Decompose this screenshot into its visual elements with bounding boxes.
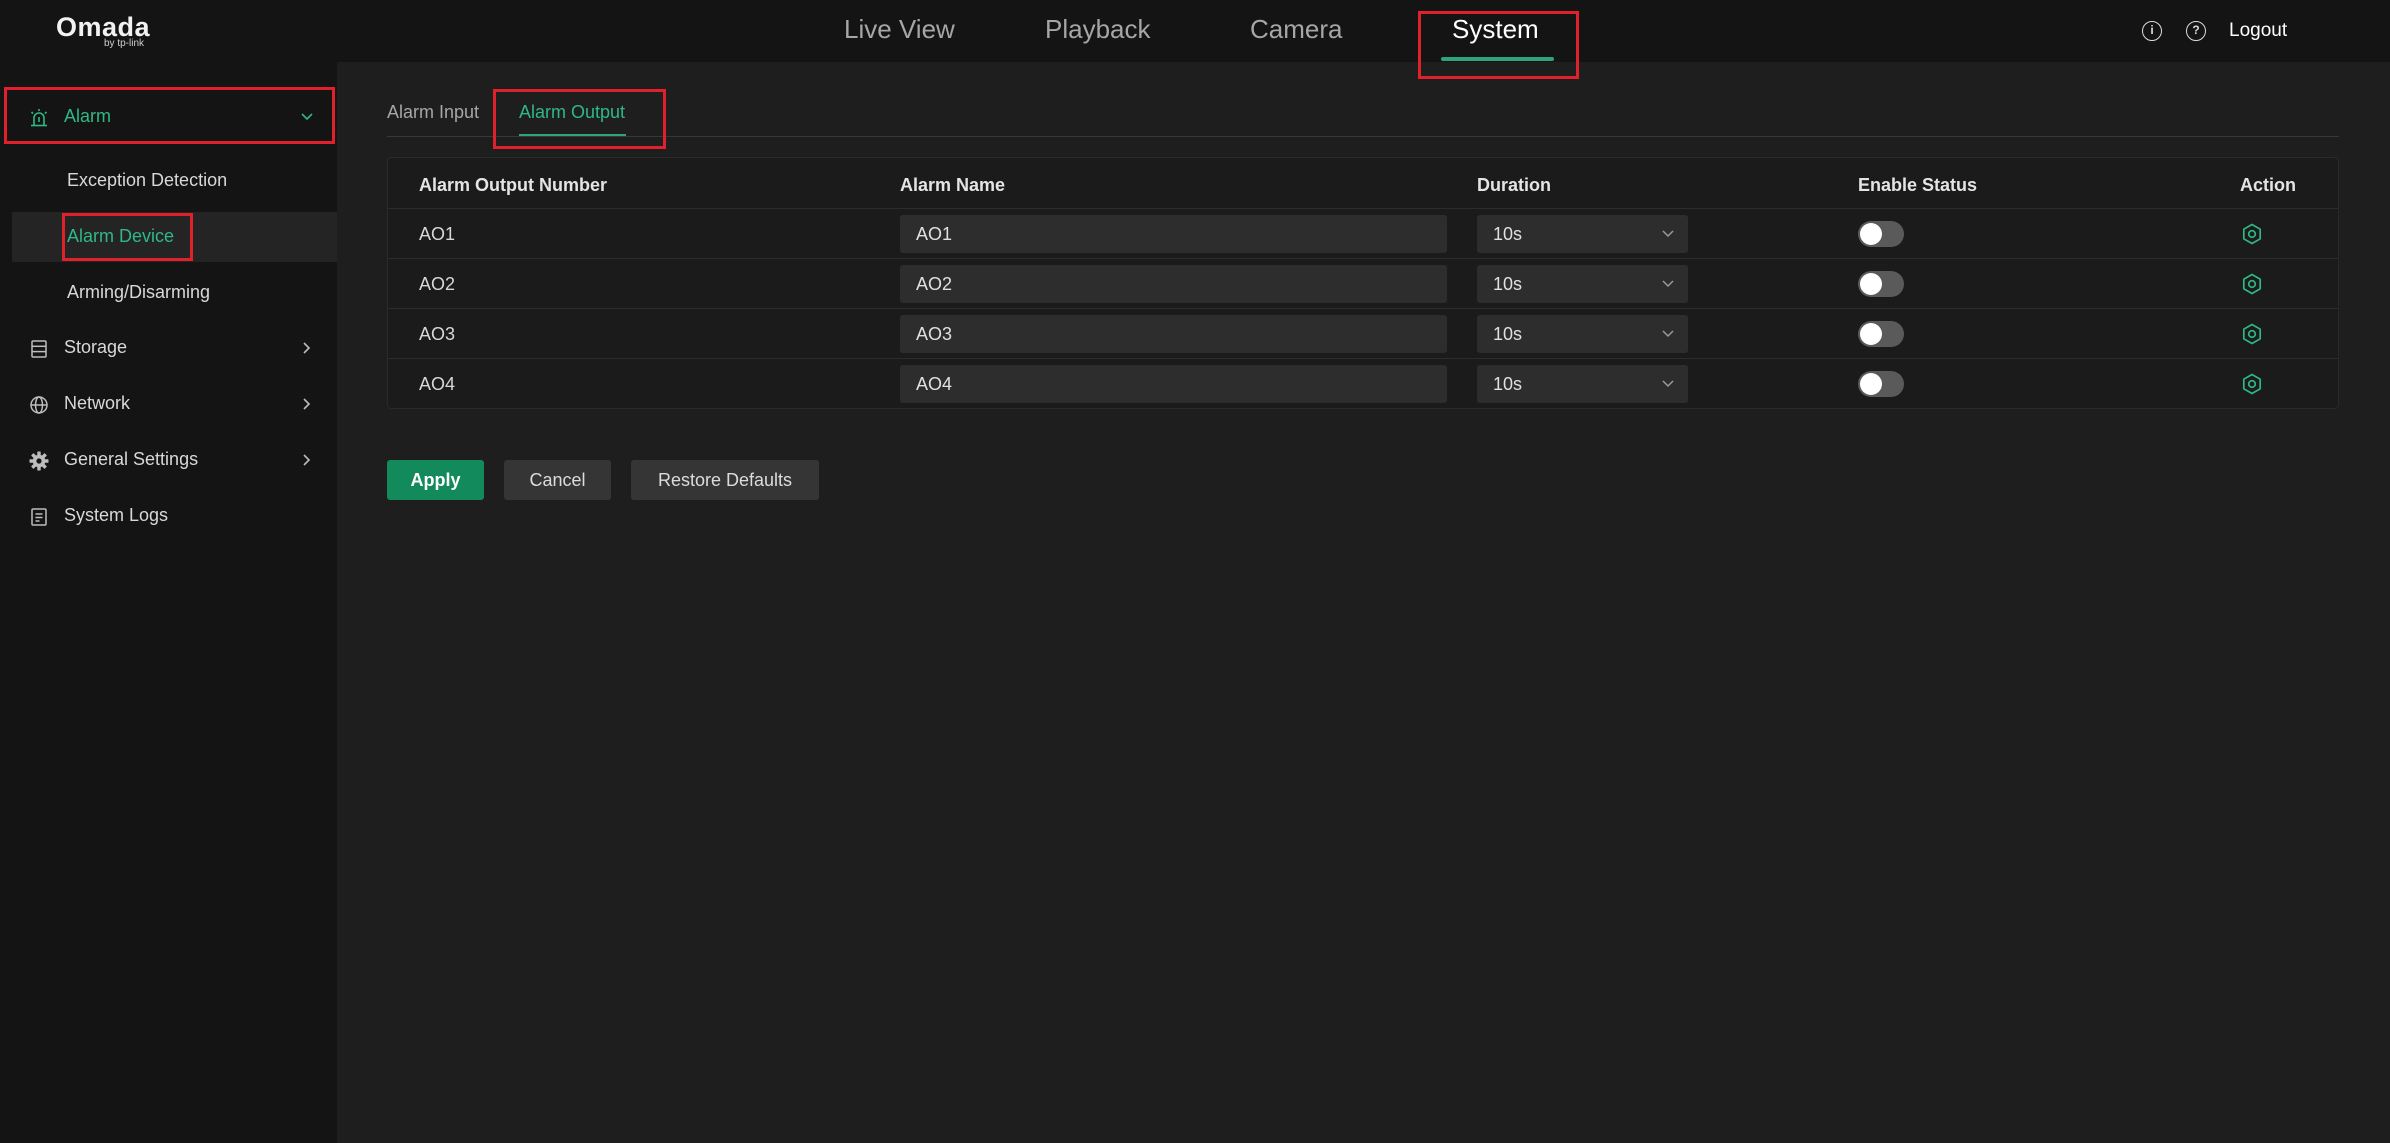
duration-value: 10s [1493,224,1523,244]
chevron-down-icon [301,113,313,121]
settings-gear-icon[interactable] [2240,272,2264,296]
sidebar-item-storage[interactable]: Storage [0,324,337,372]
alarm-output-number: AO4 [419,374,456,394]
alarm-output-table: Alarm Output Number Alarm Name Duration … [387,157,2339,409]
apply-button[interactable]: Apply [387,460,484,500]
table-row: AO2 10s [388,258,2338,308]
table-row: AO4 10s [388,358,2338,408]
sidebar-subitem-exception-detection[interactable]: Exception Detection [12,156,337,206]
column-header-name: Alarm Name [900,175,1006,195]
sidebar-subitem-label: Arming/Disarming [67,282,211,302]
sidebar-subitem-alarm-device[interactable]: Alarm Device [12,212,337,262]
info-icon[interactable]: i [2142,21,2162,41]
app-root: Omada by tp-link Live View Playback Came… [0,0,2390,1143]
settings-gear-icon[interactable] [2240,372,2264,396]
column-header-number: Alarm Output Number [419,175,608,195]
sidebar-item-label: Storage [64,337,128,357]
alarm-siren-icon [30,109,48,127]
alarm-output-number: AO3 [419,324,456,344]
tab-alarm-input[interactable]: Alarm Input [387,102,479,123]
restore-defaults-button[interactable]: Restore Defaults [631,460,819,500]
omada-logo[interactable]: Omada by tp-link [56,12,166,52]
duration-select[interactable]: 10s [1477,265,1688,303]
settings-gear-icon[interactable] [2240,322,2264,346]
alarm-name-input[interactable] [900,315,1447,353]
sidebar-item-label: Alarm [64,106,112,126]
sidebar-subitem-label: Exception Detection [67,170,228,190]
chevron-down-icon [1662,330,1674,338]
document-icon [31,508,47,526]
chevron-right-icon [303,342,311,354]
duration-value: 10s [1493,324,1523,344]
table-row: AO3 10s [388,308,2338,358]
alarm-name-input[interactable] [900,215,1447,253]
sidebar-item-general-settings[interactable]: General Settings [0,436,337,484]
nav-camera[interactable]: Camera [1250,14,1342,45]
enable-toggle[interactable] [1858,271,1904,297]
toggle-knob [1860,373,1882,395]
duration-select[interactable]: 10s [1477,215,1688,253]
sidebar-subitem-arming-disarming[interactable]: Arming/Disarming [12,268,337,318]
logo-subtext: by tp-link [104,38,145,49]
cancel-button[interactable]: Cancel [504,460,611,500]
column-header-duration: Duration [1477,175,1551,195]
chevron-down-icon [1662,380,1674,388]
sidebar-item-label: General Settings [64,449,199,469]
nav-system[interactable]: System [1452,14,1539,45]
nav-live-view[interactable]: Live View [844,14,955,45]
chevron-down-icon [1662,230,1674,238]
alarm-name-input[interactable] [900,265,1447,303]
gear-icon [29,451,49,471]
sidebar-item-alarm[interactable]: Alarm [0,93,337,141]
toggle-knob [1860,273,1882,295]
duration-select[interactable]: 10s [1477,365,1688,403]
chevron-right-icon [303,398,311,410]
alarm-output-number: AO1 [419,224,456,244]
column-header-action: Action [2240,175,2296,195]
logout-link[interactable]: Logout [2229,20,2287,42]
sidebar-item-system-logs[interactable]: System Logs [0,492,337,540]
top-bar: Omada by tp-link Live View Playback Came… [0,0,2390,79]
tab-alarm-output[interactable]: Alarm Output [519,102,625,123]
duration-select[interactable]: 10s [1477,315,1688,353]
sidebar-item-label: Network [64,393,131,413]
duration-value: 10s [1493,374,1523,394]
sidebar: Alarm Exception Detection Alarm Device A… [0,62,337,1143]
settings-gear-icon[interactable] [2240,222,2264,246]
enable-toggle[interactable] [1858,321,1904,347]
chevron-right-icon [303,454,311,466]
table-row: AO1 10s [388,208,2338,258]
chevron-down-icon [1662,280,1674,288]
toggle-knob [1860,223,1882,245]
sidebar-item-label: System Logs [64,505,169,525]
enable-toggle[interactable] [1858,221,1904,247]
globe-icon [30,396,48,414]
duration-value: 10s [1493,274,1523,294]
nav-active-underline [1441,57,1554,61]
alarm-output-number: AO2 [419,274,456,294]
alarm-name-input[interactable] [900,365,1447,403]
toggle-knob [1860,323,1882,345]
help-icon[interactable]: ? [2186,21,2206,41]
tabs-divider [387,136,2339,137]
sidebar-item-network[interactable]: Network [0,380,337,428]
storage-icon [31,340,47,358]
column-header-enable-status: Enable Status [1858,175,1978,195]
enable-toggle[interactable] [1858,371,1904,397]
sidebar-subitem-label: Alarm Device [67,226,175,246]
nav-playback[interactable]: Playback [1045,14,1151,45]
